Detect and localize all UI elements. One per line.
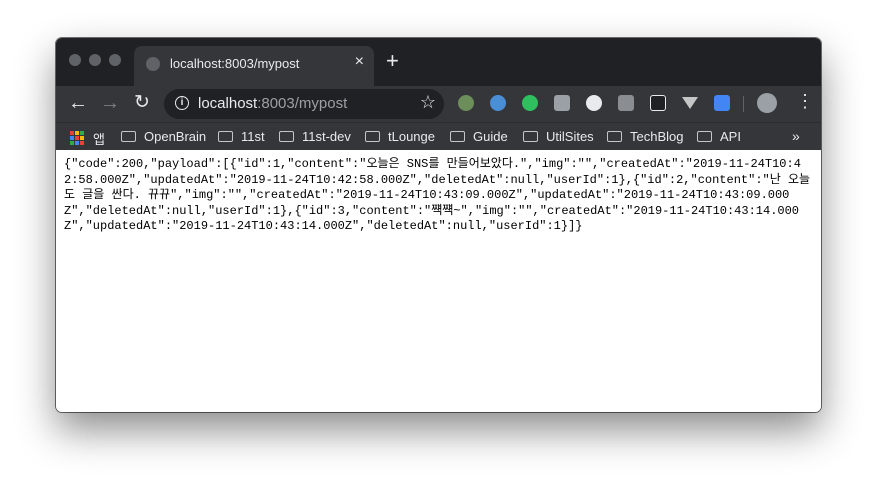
- extension-icon-2[interactable]: [490, 95, 506, 111]
- bookmark-label: 11st: [241, 129, 265, 144]
- forward-icon[interactable]: →: [100, 92, 120, 114]
- info-icon[interactable]: i: [175, 96, 189, 110]
- maximize-window-button[interactable]: [109, 54, 121, 66]
- bookmark-label: UtilSites: [546, 129, 594, 144]
- code-extension-icon[interactable]: [618, 95, 634, 111]
- folder-icon: [279, 131, 294, 142]
- bookmark-label: API: [720, 129, 741, 144]
- new-tab-button[interactable]: +: [386, 50, 399, 72]
- folder-icon: [450, 131, 465, 142]
- translate-icon[interactable]: [714, 95, 730, 111]
- folder-icon: [607, 131, 622, 142]
- tab-active[interactable]: localhost:8003/mypost ×: [134, 46, 374, 86]
- tab-close-icon[interactable]: ×: [355, 53, 364, 71]
- page-content: {"code":200,"payload":[{"id":1,"content"…: [56, 150, 821, 412]
- close-window-button[interactable]: [69, 54, 81, 66]
- globe-icon: [146, 57, 160, 71]
- folder-icon: [523, 131, 538, 142]
- bookmark-label: Guide: [473, 129, 508, 144]
- toolbar: ← → ↻ i localhost:8003/mypost ☆ ⋮: [56, 86, 821, 122]
- url-host: localhost: [198, 95, 258, 112]
- bookmark-folder-11st-dev[interactable]: 11st-dev: [279, 129, 351, 144]
- bookmark-label: tLounge: [388, 129, 435, 144]
- bookmark-folder-openbrain[interactable]: OpenBrain: [121, 129, 206, 144]
- bookmark-label: 11st-dev: [302, 129, 351, 144]
- extension-icon-3[interactable]: [522, 95, 538, 111]
- url-text[interactable]: localhost:8003/mypost: [198, 95, 347, 112]
- url-path: :8003/mypost: [257, 95, 348, 112]
- bookmark-folder-tlounge[interactable]: tLounge: [365, 129, 435, 144]
- extension-icon-1[interactable]: [458, 95, 474, 111]
- bookmark-folder-utilsites[interactable]: UtilSites: [523, 129, 594, 144]
- folder-icon: [697, 131, 712, 142]
- bookmark-folder-api[interactable]: API: [697, 129, 741, 144]
- bookmarks-overflow-icon[interactable]: »: [792, 128, 800, 144]
- bookmark-folder-11st[interactable]: 11st: [218, 129, 265, 144]
- reload-icon[interactable]: ↻: [134, 92, 150, 114]
- address-bar[interactable]: i localhost:8003/mypost ☆: [164, 89, 444, 119]
- folder-icon: [365, 131, 380, 142]
- star-icon[interactable]: ☆: [420, 92, 436, 113]
- extension-icon-4[interactable]: [554, 95, 570, 111]
- browser-window: localhost:8003/mypost × + ← → ↻ i localh…: [56, 38, 821, 412]
- notion-icon[interactable]: [650, 95, 666, 111]
- folder-icon: [218, 131, 233, 142]
- minimize-window-button[interactable]: [89, 54, 101, 66]
- vue-devtools-icon[interactable]: [682, 97, 698, 109]
- json-response-text: {"code":200,"payload":[{"id":1,"content"…: [64, 157, 811, 233]
- bookmark-apps[interactable]: 앱: [93, 129, 105, 148]
- folder-icon: [121, 131, 136, 142]
- bookmark-label: TechBlog: [630, 129, 684, 144]
- extension-icon-5[interactable]: [586, 95, 602, 111]
- bookmark-folder-techblog[interactable]: TechBlog: [607, 129, 683, 144]
- profile-avatar[interactable]: [757, 93, 777, 113]
- tab-strip: localhost:8003/mypost × +: [56, 38, 821, 86]
- bookmarks-bar: 앱 OpenBrain 11st 11st-dev tLounge Guide …: [56, 122, 821, 150]
- menu-icon[interactable]: ⋮: [796, 91, 814, 112]
- bookmark-label: OpenBrain: [144, 129, 207, 144]
- apps-grid-icon[interactable]: [70, 131, 84, 145]
- back-icon[interactable]: ←: [68, 92, 88, 114]
- bookmark-folder-guide[interactable]: Guide: [450, 129, 508, 144]
- tab-title: localhost:8003/mypost: [170, 56, 300, 71]
- toolbar-divider: [743, 96, 744, 112]
